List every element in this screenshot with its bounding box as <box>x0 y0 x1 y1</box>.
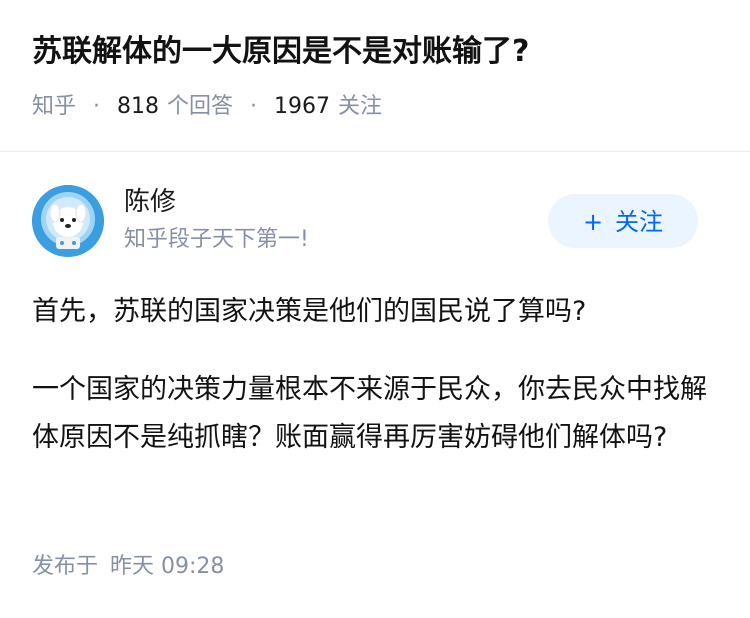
publish-timestamp: 昨天 09:28 <box>110 554 225 579</box>
question-title[interactable]: 苏联解体的一大原因是不是对账输了? <box>32 30 722 74</box>
answer-content: 首先，苏联的国家决策是他们的国民说了算吗? 一个国家的决策力量根本不来源于民众，… <box>32 288 712 462</box>
avatar[interactable] <box>32 185 104 257</box>
question-header: 苏联解体的一大原因是不是对账输了? 知乎 · 818 个回答 · 1967 关注 <box>32 30 722 122</box>
followers-count: 1967 <box>274 94 331 119</box>
answer-paragraph: 一个国家的决策力量根本不来源于民众，你去民众中找解体原因不是纯抓瞎？账面赢得再厉… <box>32 374 707 453</box>
publish-time: 发布于 昨天 09:28 <box>32 550 224 584</box>
follow-label: 关注 <box>615 208 664 236</box>
followers-label: 关注 <box>338 94 383 119</box>
question-meta: 知乎 · 818 个回答 · 1967 关注 <box>32 92 722 122</box>
answers-count: 818 <box>117 94 160 119</box>
follow-button[interactable]: + 关注 <box>548 194 698 248</box>
publish-label: 发布于 <box>32 554 99 579</box>
meta-separator: · <box>250 94 258 119</box>
plus-icon: + <box>582 208 604 236</box>
answer-paragraph: 首先，苏联的国家决策是他们的国民说了算吗? <box>32 296 587 327</box>
author-name[interactable]: 陈修 <box>124 183 176 221</box>
source-label[interactable]: 知乎 <box>32 94 76 119</box>
author-bio: 知乎段子天下第一! <box>124 227 309 252</box>
answers-label: 个回答 <box>167 94 234 119</box>
divider <box>0 151 750 152</box>
author-row: 陈修 知乎段子天下第一! + 关注 <box>32 183 698 263</box>
dog-astronaut-icon <box>32 185 104 257</box>
meta-separator: · <box>93 94 101 119</box>
